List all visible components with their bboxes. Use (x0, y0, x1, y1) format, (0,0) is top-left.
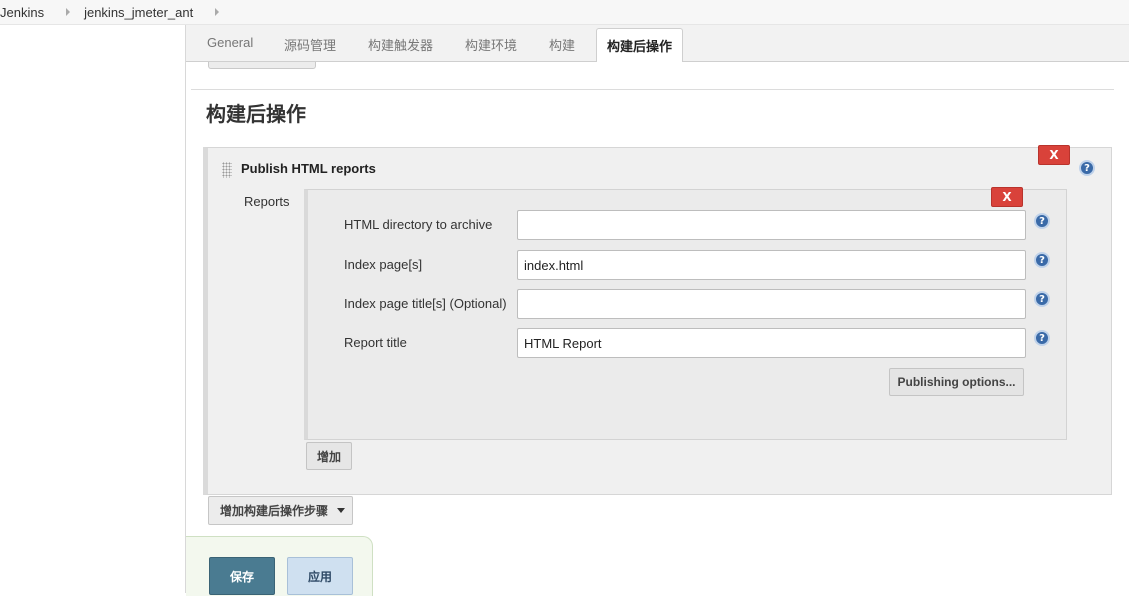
html-directory-label: HTML directory to archive (344, 217, 493, 232)
delete-report-button[interactable]: X (991, 187, 1023, 207)
question-circle-icon[interactable]: ? (1034, 330, 1050, 346)
tab-post-build-actions[interactable]: 构建后操作 (596, 28, 684, 63)
question-circle-icon[interactable]: ? (1034, 291, 1050, 307)
breadcrumb-job[interactable]: jenkins_jmeter_ant (84, 5, 193, 20)
section-title: 构建后操作 (206, 104, 306, 126)
reports-label: Reports (244, 194, 290, 209)
breadcrumb-jenkins[interactable]: Jenkins (0, 5, 44, 20)
apply-button[interactable]: 应用 (287, 557, 353, 595)
question-circle-icon[interactable]: ? (1034, 213, 1050, 229)
main-content: 构建后操作 Publish HTML reports X ? Reports X… (186, 62, 1129, 596)
drag-handle-icon[interactable] (222, 162, 232, 178)
previous-section-button-stub (208, 62, 316, 69)
report-title-input[interactable] (517, 328, 1026, 358)
delete-publisher-button[interactable]: X (1038, 145, 1070, 165)
question-circle-icon[interactable]: ? (1079, 160, 1095, 176)
html-directory-input[interactable] (517, 210, 1026, 240)
index-page-titles-input[interactable] (517, 289, 1026, 319)
tab-general[interactable]: General (207, 35, 253, 50)
add-report-button[interactable]: 增加 (306, 442, 352, 470)
publish-html-reports-block: Publish HTML reports X ? Reports X HTML … (203, 145, 1112, 495)
tab-source-code-management[interactable]: 源码管理 (284, 35, 336, 54)
index-page-titles-label: Index page title[s] (Optional) (344, 296, 507, 311)
add-post-build-step-button[interactable]: 增加构建后操作步骤 (208, 496, 353, 525)
index-pages-input[interactable] (517, 250, 1026, 280)
save-button[interactable]: 保存 (209, 557, 275, 595)
add-post-build-step-label: 增加构建后操作步骤 (220, 504, 329, 518)
caret-down-icon (337, 508, 346, 513)
sidebar (0, 25, 186, 593)
question-circle-icon[interactable]: ? (1034, 252, 1050, 268)
config-tab-bar: General 源码管理 构建触发器 构建环境 构建 构建后操作 (186, 25, 1129, 63)
chevron-right-icon[interactable] (66, 8, 71, 16)
report-entry: X HTML directory to archive ? Index page… (304, 187, 1067, 440)
publisher-title: Publish HTML reports (241, 161, 376, 176)
chevron-right-icon[interactable] (215, 8, 220, 16)
section-divider (191, 89, 1114, 90)
publishing-options-button[interactable]: Publishing options... (889, 368, 1024, 396)
tab-build[interactable]: 构建 (549, 35, 575, 54)
tab-build-triggers[interactable]: 构建触发器 (368, 35, 433, 54)
index-pages-label: Index page[s] (344, 257, 423, 272)
breadcrumb: Jenkins jenkins_jmeter_ant (0, 0, 1129, 25)
report-title-label: Report title (344, 335, 407, 350)
tab-build-environment[interactable]: 构建环境 (465, 35, 517, 54)
